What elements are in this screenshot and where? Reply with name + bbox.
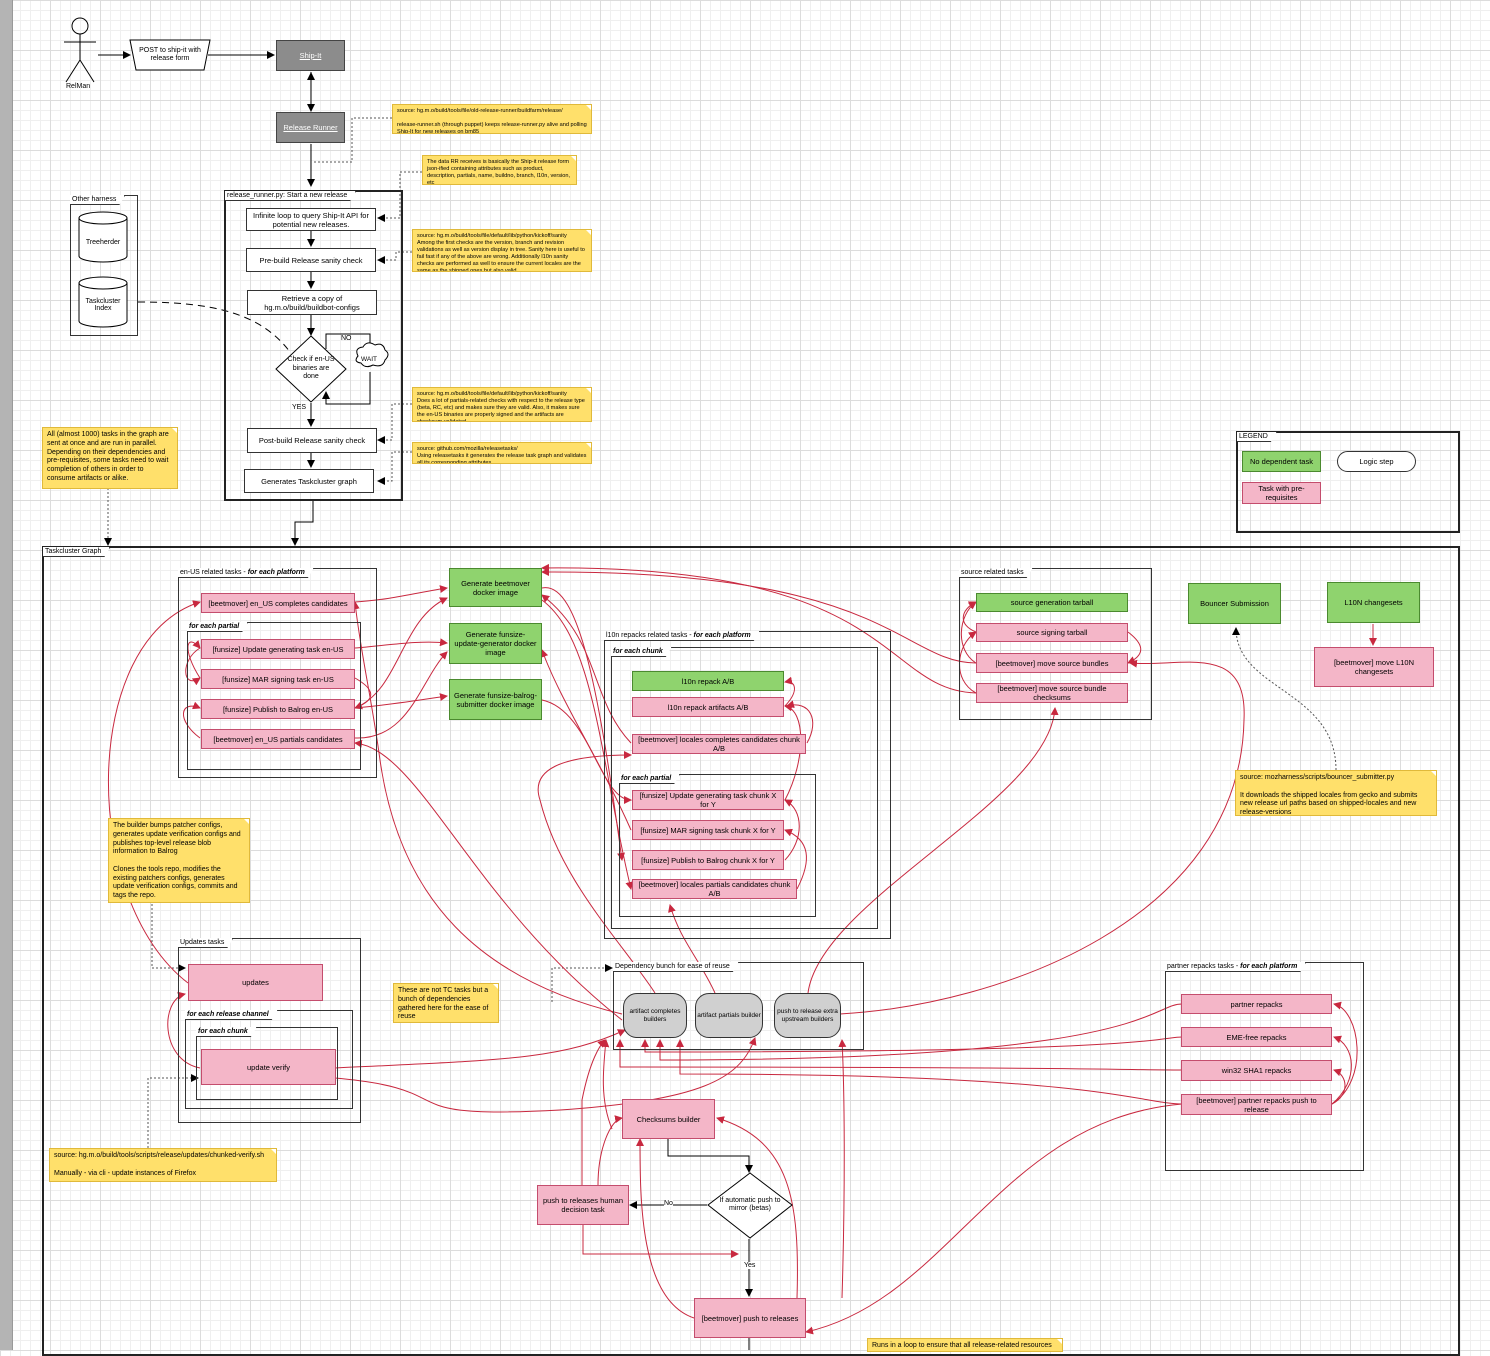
l10n-repack-artifacts[interactable]: l10n repack artifacts A/B xyxy=(632,697,784,717)
enus-beetmover-completes[interactable]: [beetmover] en_US completes candidates xyxy=(201,593,355,613)
l10n-funsize-balrog[interactable]: [funsize] Publish to Balrog chunk X for … xyxy=(632,850,784,870)
updates-title: Updates tasks xyxy=(178,938,233,948)
l10n-beetmover-partials[interactable]: [beetmover] locales partials candidates … xyxy=(632,879,797,899)
note-prebuild-sanity: source: hg.m.o/build/tools/file/default/… xyxy=(412,229,592,272)
partner-title: partner repacks tasks - for each platfor… xyxy=(1165,962,1306,972)
person-icon xyxy=(64,17,96,83)
beetmover-push-to-releases[interactable]: [beetmover] push to releases xyxy=(694,1298,806,1338)
source-generation-tarball[interactable]: source generation tarball xyxy=(976,593,1128,612)
legend-title: LEGEND xyxy=(1237,432,1277,442)
l10n-repack[interactable]: l10n repack A/B xyxy=(632,671,784,691)
source-beetmover-bundles[interactable]: [beetmover] move source bundles xyxy=(976,653,1128,673)
docker-beetmover[interactable]: Generate beetmover docker image xyxy=(449,568,542,607)
source-signing-tarball[interactable]: source signing tarball xyxy=(976,623,1128,642)
rr-yes-label: YES xyxy=(292,404,307,411)
note-release-runner-source: source: hg.m.o/build/tools/file/old-rele… xyxy=(392,104,592,134)
enus-title: en-US related tasks - for each platform xyxy=(178,568,314,578)
shipit-node[interactable]: Ship-It xyxy=(276,40,345,71)
l10n-partial-title: for each partial xyxy=(619,774,680,784)
rr-prebuild-sanity: Pre-build Release sanity check xyxy=(246,248,376,272)
automatic-push-decision: If automatic push to mirror (betas) xyxy=(719,1196,781,1212)
dependency-bunch-title: Dependency bunch for ease of reuse xyxy=(613,962,739,972)
l10n-title: l10n repacks related tasks - for each pl… xyxy=(604,631,760,641)
note-chunked-verify: source: hg.m.o/build/tools/scripts/relea… xyxy=(49,1148,277,1182)
l10n-beetmover-completes[interactable]: [beetmover] locales completes candidates… xyxy=(632,734,806,754)
decision-no-label: No xyxy=(664,1200,673,1207)
checksums-builder[interactable]: Checksums builder xyxy=(622,1099,715,1139)
rr-postbuild-sanity: Post-build Release sanity check xyxy=(247,428,377,453)
rr-no-label: NO xyxy=(341,335,352,342)
legend-prerequisites: Task with pre-requisites xyxy=(1242,482,1321,504)
rr-wait-label: WAIT xyxy=(361,356,378,363)
release-runner-title: release_runner.py: Start a new release xyxy=(225,191,356,201)
artifact-completes-builders[interactable]: artifact completes builders xyxy=(623,993,687,1038)
taskcluster-graph-title: Taskcluster Graph xyxy=(43,547,110,557)
rr-retrieve-configs: Retrieve a copy of hg.m.o/build/buildbot… xyxy=(247,290,377,315)
enus-funsize-mar-signing[interactable]: [funsize] MAR signing task en-US xyxy=(201,669,355,689)
l10n-funsize-mar-signing[interactable]: [funsize] MAR signing task chunk X for Y xyxy=(632,820,784,840)
note-releasetasks: source: github.com/mozilla/releasetasks/… xyxy=(412,442,592,464)
legend-logic-step: Logic step xyxy=(1337,451,1416,472)
source-title: source related tasks xyxy=(959,568,1033,578)
enus-partial-title: for each partial xyxy=(187,622,248,632)
other-harness-title: Other harness xyxy=(70,195,125,205)
decision-yes-label: Yes xyxy=(744,1262,756,1269)
post-form-step: POST to ship-it with release form xyxy=(139,46,201,62)
treeherder-label: Treeherder xyxy=(85,238,121,246)
eme-free-repacks[interactable]: EME-free repacks xyxy=(1181,1027,1332,1047)
enus-funsize-update[interactable]: [funsize] Update generating task en-US xyxy=(201,639,355,659)
note-bouncer: source: mozharness/scripts/bouncer_submi… xyxy=(1235,770,1437,816)
updates-chunk-title: for each chunk xyxy=(196,1027,257,1037)
note-updates-builder: The builder bumps patcher configs, gener… xyxy=(108,818,250,903)
l10n-changesets[interactable]: L10N changesets xyxy=(1327,582,1420,623)
update-verify-task[interactable]: update verify xyxy=(201,1049,336,1085)
bouncer-submission[interactable]: Bouncer Submission xyxy=(1188,583,1281,624)
partner-beetmover-push[interactable]: [beetmover] partner repacks push to rele… xyxy=(1181,1094,1332,1115)
note-postbuild-sanity: source: hg.m.o/build/tools/file/default/… xyxy=(412,387,592,422)
enus-funsize-balrog[interactable]: [funsize] Publish to Balrog en-US xyxy=(201,699,355,719)
push-human-decision[interactable]: push to releases human decision task xyxy=(537,1185,629,1225)
l10n-funsize-update[interactable]: [funsize] Update generating task chunk X… xyxy=(632,790,784,810)
diagram-canvas: RelMan POST to ship-it with release form… xyxy=(0,0,1490,1356)
artifact-partials-builder[interactable]: artifact partials builder xyxy=(695,993,763,1038)
partner-repacks[interactable]: partner repacks xyxy=(1181,994,1332,1014)
note-not-tc-tasks: These are not TC tasks but a bunch of de… xyxy=(393,983,499,1023)
note-parallel-tasks: All (almost 1000) tasks in the graph are… xyxy=(42,427,178,489)
release-runner-node[interactable]: Release Runner xyxy=(276,112,345,143)
relman-label: RelMan xyxy=(66,83,91,90)
source-beetmover-checksums[interactable]: [beetmover] move source bundle checksums xyxy=(976,683,1128,703)
docker-funsize-update-generator[interactable]: Generate funsize-update-generator docker… xyxy=(449,623,542,664)
legend-no-dependent: No dependent task xyxy=(1242,451,1321,472)
note-shipit-data: The data RR receives is basically the Sh… xyxy=(422,155,577,185)
updates-task[interactable]: updates xyxy=(188,964,323,1001)
rr-query-shipit: Infinite loop to query Ship-It API for p… xyxy=(246,208,376,231)
win32-sha1-repacks[interactable]: win32 SHA1 repacks xyxy=(1181,1060,1332,1081)
l10n-chunk-title: for each chunk xyxy=(611,647,672,657)
push-to-release-upstream-builders[interactable]: push to release extra upstream builders xyxy=(774,993,841,1038)
beetmover-move-l10n[interactable]: [beetmover] move L10N changesets xyxy=(1314,647,1434,687)
rr-generate-graph: Generates Taskcluster graph xyxy=(244,469,374,493)
docker-funsize-balrog-submitter[interactable]: Generate funsize-balrog-submitter docker… xyxy=(449,679,542,720)
release-runner-frame: release_runner.py: Start a new release xyxy=(224,190,403,501)
enus-beetmover-partials[interactable]: [beetmover] en_US partials candidates xyxy=(201,729,355,749)
updates-channel-title: for each release channel xyxy=(185,1010,278,1020)
taskcluster-index-label: Taskcluster Index xyxy=(85,298,121,312)
rr-check-enus: Check if en-US binaries are done xyxy=(287,356,335,381)
